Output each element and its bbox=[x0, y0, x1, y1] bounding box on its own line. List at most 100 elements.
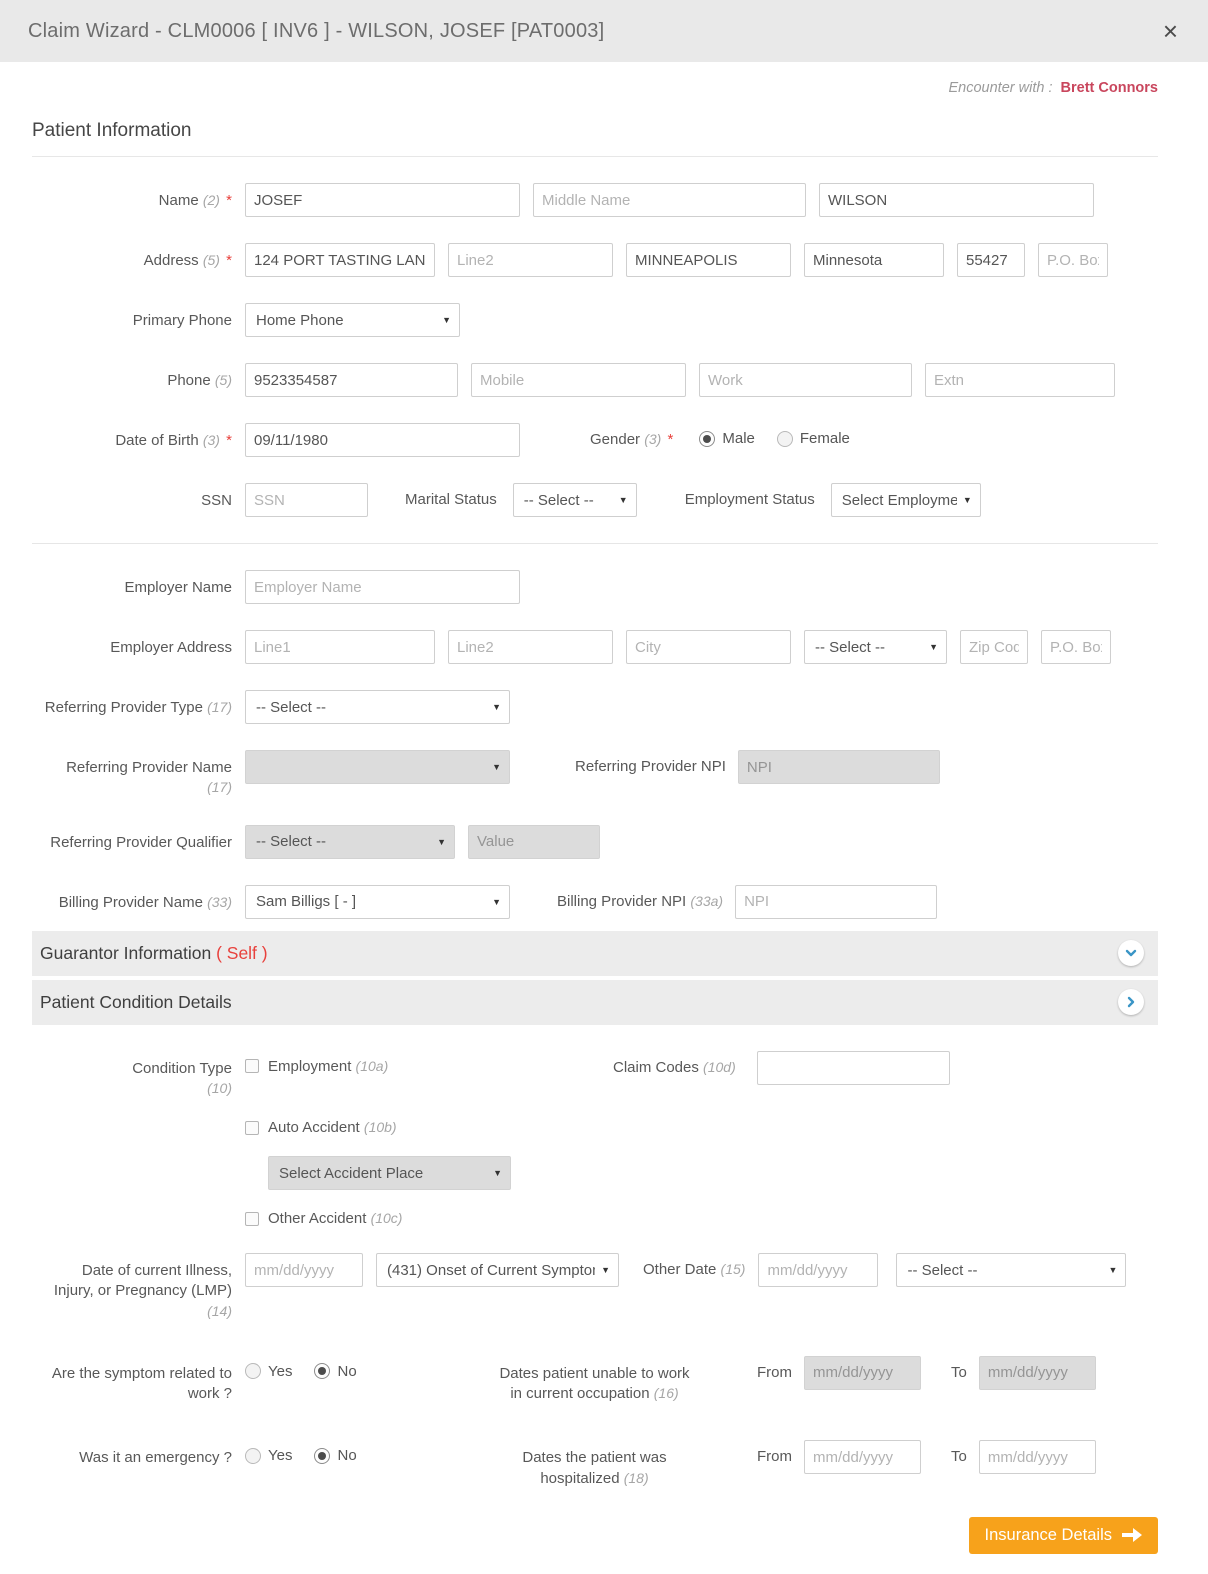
label-text: Phone bbox=[167, 372, 210, 389]
label-text: work ? bbox=[188, 1385, 232, 1402]
radio-selected-icon bbox=[314, 1448, 330, 1464]
ssn-row: SSN Marital Status -- Select -- ▼ Employ… bbox=[32, 483, 1158, 517]
name-label: Name (2) * bbox=[32, 183, 232, 211]
selected-value: -- Select -- bbox=[256, 833, 431, 850]
field-code: (33) bbox=[207, 894, 232, 910]
radio-icon bbox=[245, 1448, 261, 1464]
employer-address-label: Employer Address bbox=[32, 630, 232, 658]
referring-provider-type-row: Referring Provider Type (17) -- Select -… bbox=[32, 690, 1158, 724]
field-code: (16) bbox=[654, 1385, 679, 1401]
encounter-label: Encounter with : bbox=[949, 80, 1053, 96]
chevron-down-icon: ▼ bbox=[492, 762, 501, 772]
address-line1-input[interactable] bbox=[245, 243, 435, 277]
accident-place-select: Select Accident Place ▼ bbox=[268, 1156, 511, 1190]
illness-qualifier-select[interactable]: (431) Onset of Current Symptoms ▼ bbox=[376, 1253, 619, 1287]
selected-value: Home Phone bbox=[256, 312, 436, 329]
last-name-input[interactable] bbox=[819, 183, 1094, 217]
employer-line1-input[interactable] bbox=[245, 630, 435, 664]
from-label: From bbox=[757, 1356, 792, 1381]
label-text: Referring Provider Name bbox=[66, 759, 232, 776]
work-phone-input[interactable] bbox=[699, 363, 912, 397]
auto-accident-checkbox[interactable] bbox=[245, 1121, 259, 1135]
selected-value: -- Select -- bbox=[524, 492, 613, 509]
address-zip-input[interactable] bbox=[957, 243, 1025, 277]
phone-extn-input[interactable] bbox=[925, 363, 1115, 397]
billing-provider-name-label: Billing Provider Name (33) bbox=[32, 885, 232, 913]
label-text: Claim Codes bbox=[613, 1059, 699, 1076]
illness-date-input[interactable] bbox=[245, 1253, 363, 1287]
required-asterisk: * bbox=[226, 252, 232, 269]
employer-address-row: Employer Address -- Select -- ▼ bbox=[32, 630, 1158, 664]
close-icon[interactable]: × bbox=[1163, 18, 1178, 44]
symptom-work-yes-radio[interactable]: Yes bbox=[245, 1363, 292, 1380]
selected-value: Sam Billigs [ - ] bbox=[256, 893, 486, 910]
billing-provider-npi-input[interactable] bbox=[735, 885, 937, 919]
mobile-phone-input[interactable] bbox=[471, 363, 686, 397]
primary-phone-row: Primary Phone Home Phone ▼ bbox=[32, 303, 1158, 337]
billing-provider-row: Billing Provider Name (33) Sam Billigs [… bbox=[32, 885, 1158, 919]
home-phone-input[interactable] bbox=[245, 363, 458, 397]
employer-line2-input[interactable] bbox=[448, 630, 613, 664]
claim-codes-input[interactable] bbox=[757, 1051, 950, 1085]
marital-status-select[interactable]: -- Select -- ▼ bbox=[513, 483, 637, 517]
address-line2-input[interactable] bbox=[448, 243, 613, 277]
employer-zip-input[interactable] bbox=[960, 630, 1028, 664]
other-date-qualifier-select[interactable]: -- Select -- ▼ bbox=[896, 1253, 1126, 1287]
dob-input[interactable] bbox=[245, 423, 520, 457]
insurance-details-button[interactable]: Insurance Details bbox=[969, 1517, 1158, 1554]
section-guarantor-information[interactable]: Guarantor Information ( Self ) bbox=[32, 931, 1158, 976]
label-text: Dates the patient was bbox=[522, 1449, 666, 1466]
claim-codes-label: Claim Codes (10d) bbox=[613, 1051, 743, 1076]
required-asterisk: * bbox=[668, 431, 674, 448]
field-code: (2) bbox=[203, 192, 220, 208]
field-code: (10b) bbox=[364, 1119, 397, 1135]
employer-city-input[interactable] bbox=[626, 630, 791, 664]
symptom-work-no-radio[interactable]: No bbox=[314, 1363, 356, 1380]
primary-phone-select[interactable]: Home Phone ▼ bbox=[245, 303, 460, 337]
radio-selected-icon bbox=[314, 1363, 330, 1379]
other-accident-checkbox[interactable] bbox=[245, 1212, 259, 1226]
referring-provider-name-label: Referring Provider Name (17) bbox=[32, 750, 232, 799]
radio-label: Female bbox=[800, 430, 850, 447]
label-text: Referring Provider Type bbox=[45, 699, 203, 716]
chevron-right-icon[interactable] bbox=[1118, 989, 1144, 1015]
employment-checkbox[interactable] bbox=[245, 1059, 259, 1073]
employer-pobox-input[interactable] bbox=[1041, 630, 1111, 664]
emergency-no-radio[interactable]: No bbox=[314, 1447, 356, 1464]
gender-male-radio[interactable]: Male bbox=[699, 430, 755, 447]
first-name-input[interactable] bbox=[245, 183, 520, 217]
address-city-input[interactable] bbox=[626, 243, 791, 277]
referring-provider-name-row: Referring Provider Name (17) ▼ Referring… bbox=[32, 750, 1158, 799]
gender-female-radio[interactable]: Female bbox=[777, 430, 850, 447]
ssn-input[interactable] bbox=[245, 483, 368, 517]
address-row: Address (5) * bbox=[32, 243, 1158, 277]
billing-provider-npi-label: Billing Provider NPI (33a) bbox=[557, 885, 723, 910]
emergency-yes-radio[interactable]: Yes bbox=[245, 1447, 292, 1464]
field-code: (3) bbox=[203, 432, 220, 448]
spacer-label bbox=[32, 1119, 232, 1127]
label-text: Condition Type bbox=[132, 1060, 232, 1077]
spacer-label bbox=[32, 1156, 232, 1164]
hospitalized-to-input[interactable] bbox=[979, 1440, 1096, 1474]
hospitalized-from-input[interactable] bbox=[804, 1440, 921, 1474]
referring-provider-type-select[interactable]: -- Select -- ▼ bbox=[245, 690, 510, 724]
chevron-down-icon[interactable] bbox=[1118, 940, 1144, 966]
billing-provider-name-select[interactable]: Sam Billigs [ - ] ▼ bbox=[245, 885, 510, 919]
employer-state-select[interactable]: -- Select -- ▼ bbox=[804, 630, 947, 664]
employment-status-select[interactable]: Select Employment Status ▼ bbox=[831, 483, 981, 517]
section-patient-condition-details[interactable]: Patient Condition Details bbox=[32, 980, 1158, 1025]
other-date-input[interactable] bbox=[758, 1253, 878, 1287]
address-pobox-input[interactable] bbox=[1038, 243, 1108, 277]
label-text: Employment bbox=[268, 1058, 351, 1075]
chevron-down-icon: ▼ bbox=[492, 897, 501, 907]
illness-date-row: Date of current Illness, Injury, or Preg… bbox=[32, 1253, 1158, 1322]
referring-provider-name-select: ▼ bbox=[245, 750, 510, 784]
field-code: (3) bbox=[644, 431, 661, 447]
guarantor-section-title: Guarantor Information ( Self ) bbox=[40, 943, 268, 964]
label-text: To bbox=[951, 1364, 967, 1381]
middle-name-input[interactable] bbox=[533, 183, 806, 217]
address-state-input[interactable] bbox=[804, 243, 944, 277]
employer-name-input[interactable] bbox=[245, 570, 520, 604]
encounter-provider-link[interactable]: Brett Connors bbox=[1061, 80, 1158, 96]
auto-accident-row: Auto Accident (10b) bbox=[32, 1119, 1158, 1136]
